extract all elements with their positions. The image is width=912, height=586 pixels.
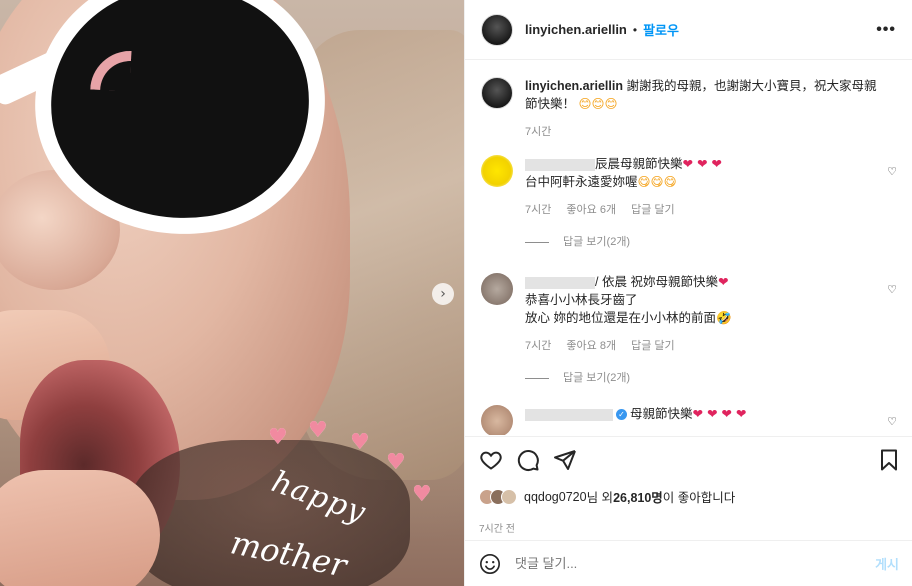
caption-username[interactable]: linyichen.ariellin bbox=[525, 79, 623, 93]
heart-sticker: ♥ bbox=[350, 430, 370, 455]
likes-text: 님 외 bbox=[586, 491, 614, 505]
comment-likes[interactable]: 좋아요 6개 bbox=[566, 204, 616, 216]
comment-icon[interactable] bbox=[516, 448, 540, 472]
comment-emojis: 😋😋😋 bbox=[637, 174, 677, 189]
avatar[interactable] bbox=[481, 13, 513, 46]
comment-meta: 7시간 좋아요 8개 답글 달기 bbox=[525, 337, 885, 355]
verified-badge-icon: ✓ bbox=[616, 409, 627, 421]
caption-emojis: 😊😊😊 bbox=[578, 96, 618, 111]
comment-body: ✓ 母親節快樂❤ ❤ ❤ ❤ bbox=[525, 405, 885, 435]
avatar bbox=[501, 488, 517, 505]
more-options-icon[interactable]: ••• bbox=[876, 21, 896, 39]
view-replies-label: 답글 보기(2개) bbox=[563, 236, 631, 248]
like-comment-heart-icon[interactable]: ♡ bbox=[887, 165, 897, 178]
heart-sticker: ♥ bbox=[308, 418, 328, 443]
post-header: linyichen.ariellin • 팔로우 ••• bbox=[465, 0, 912, 60]
heart-sticker: ♥ bbox=[268, 425, 288, 450]
caption-body: linyichen.ariellin 謝謝我的母親，也謝謝大小寶貝，祝大家母親節… bbox=[525, 77, 885, 155]
divider bbox=[525, 241, 549, 243]
blurred-username[interactable] bbox=[525, 158, 595, 171]
comment-text: 台中阿軒永遠愛妳喔 bbox=[525, 175, 638, 189]
like-comment-heart-icon[interactable]: ♡ bbox=[887, 415, 897, 428]
add-comment-bar: 게시 bbox=[465, 540, 912, 586]
separator-dot: • bbox=[632, 22, 638, 37]
header-username[interactable]: linyichen.ariellin bbox=[525, 22, 627, 37]
heart-emojis: ❤ ❤ ❤ bbox=[682, 156, 722, 171]
comment-time: 7시간 bbox=[525, 340, 552, 352]
liker-avatars bbox=[479, 488, 517, 505]
heart-sticker: ♥ bbox=[386, 450, 406, 475]
comment-time: 7시간 bbox=[525, 204, 552, 216]
view-replies-label: 답글 보기(2개) bbox=[563, 372, 631, 384]
heart-emojis: ❤ bbox=[717, 274, 729, 289]
like-comment-heart-icon[interactable]: ♡ bbox=[887, 283, 897, 296]
comment-text: 母親節快樂 bbox=[620, 157, 683, 171]
liker-username[interactable]: qqdog0720 bbox=[524, 490, 587, 504]
likes-text-end: 이 좋아합니다 bbox=[662, 491, 736, 505]
share-icon[interactable] bbox=[553, 448, 577, 472]
list-item: ✓ 母親節快樂❤ ❤ ❤ ❤ ♡ bbox=[481, 405, 897, 435]
comment-body: 辰晨母親節快樂❤ ❤ ❤ 台中阿軒永遠愛妳喔😋😋😋 7시간 좋아요 6개 답글 … bbox=[525, 155, 885, 267]
comment-text: 祝妳母親節快樂 bbox=[630, 275, 718, 289]
comment-username-tail: 辰晨 bbox=[595, 157, 621, 171]
reply-button[interactable]: 답글 달기 bbox=[631, 204, 675, 216]
blurred-username[interactable] bbox=[525, 276, 595, 289]
caption: linyichen.ariellin 謝謝我的母親，也謝謝大小寶貝，祝大家母親節… bbox=[481, 77, 897, 155]
avatar[interactable] bbox=[481, 155, 513, 187]
likes-summary[interactable]: qqdog0720 님 외 26,810명 이 좋아합니다 bbox=[479, 487, 901, 506]
action-icons bbox=[479, 445, 901, 475]
avatar[interactable] bbox=[481, 273, 513, 305]
likes-count[interactable]: 26,810명 bbox=[613, 487, 663, 506]
view-replies-button[interactable]: 답글 보기(2개) bbox=[525, 233, 885, 251]
photo-thumb bbox=[0, 470, 160, 586]
comment-meta: 7시간 좋아요 6개 답글 달기 bbox=[525, 201, 885, 219]
comment-likes[interactable]: 좋아요 8개 bbox=[566, 340, 616, 352]
list-item: / 依晨 祝妳母親節快樂❤ 恭喜小小林長牙齒了 放心 妳的地位還是在小小林的前面… bbox=[481, 273, 897, 405]
post-time: 7시간 전 bbox=[479, 524, 515, 535]
blurred-username[interactable] bbox=[525, 408, 613, 421]
chevron-right-icon: › bbox=[440, 286, 446, 302]
post-comment-button[interactable]: 게시 bbox=[875, 554, 899, 573]
avatar[interactable] bbox=[481, 77, 513, 109]
post-actions: qqdog0720 님 외 26,810명 이 좋아합니다 7시간 전 bbox=[465, 436, 912, 535]
caption-meta: 7시간 bbox=[525, 123, 885, 141]
follow-button[interactable]: 팔로우 bbox=[643, 20, 679, 39]
comments-list[interactable]: linyichen.ariellin 謝謝我的母親，也謝謝大小寶貝，祝大家母親節… bbox=[465, 61, 912, 435]
post-side-panel: linyichen.ariellin • 팔로우 ••• linyichen.a… bbox=[464, 0, 912, 586]
heart-sticker: ♥ bbox=[412, 482, 432, 507]
comment-text: 恭喜小小林長牙齒了 bbox=[525, 293, 638, 307]
heart-icon[interactable] bbox=[479, 448, 503, 472]
reply-button[interactable]: 답글 달기 bbox=[631, 340, 675, 352]
divider bbox=[525, 377, 549, 379]
bookmark-icon[interactable] bbox=[877, 448, 901, 472]
list-item: 辰晨母親節快樂❤ ❤ ❤ 台中阿軒永遠愛妳喔😋😋😋 7시간 좋아요 6개 답글 … bbox=[481, 155, 897, 267]
comment-body: / 依晨 祝妳母親節快樂❤ 恭喜小小林長牙齒了 放心 妳的地位還是在小小林的前面… bbox=[525, 273, 885, 405]
emoji-smile-icon[interactable] bbox=[479, 553, 501, 575]
caption-time: 7시간 bbox=[525, 126, 552, 138]
comment-emojis: 🤣 bbox=[715, 310, 732, 325]
comment-input[interactable] bbox=[515, 556, 835, 571]
next-photo-button[interactable]: › bbox=[432, 283, 454, 305]
sunglasses-shine bbox=[90, 49, 132, 91]
comment-username-tail: / 依晨 bbox=[595, 275, 627, 289]
avatar[interactable] bbox=[481, 405, 513, 435]
comment-text: 母親節快樂 bbox=[630, 407, 693, 421]
post-photo[interactable]: ♥ ♥ ♥ ♥ ♥ happy mother › bbox=[0, 0, 464, 586]
comment-text: 放心 妳的地位還是在小小林的前面 bbox=[525, 311, 716, 325]
heart-emojis: ❤ ❤ ❤ ❤ bbox=[692, 406, 747, 421]
view-replies-button[interactable]: 답글 보기(2개) bbox=[525, 369, 885, 387]
